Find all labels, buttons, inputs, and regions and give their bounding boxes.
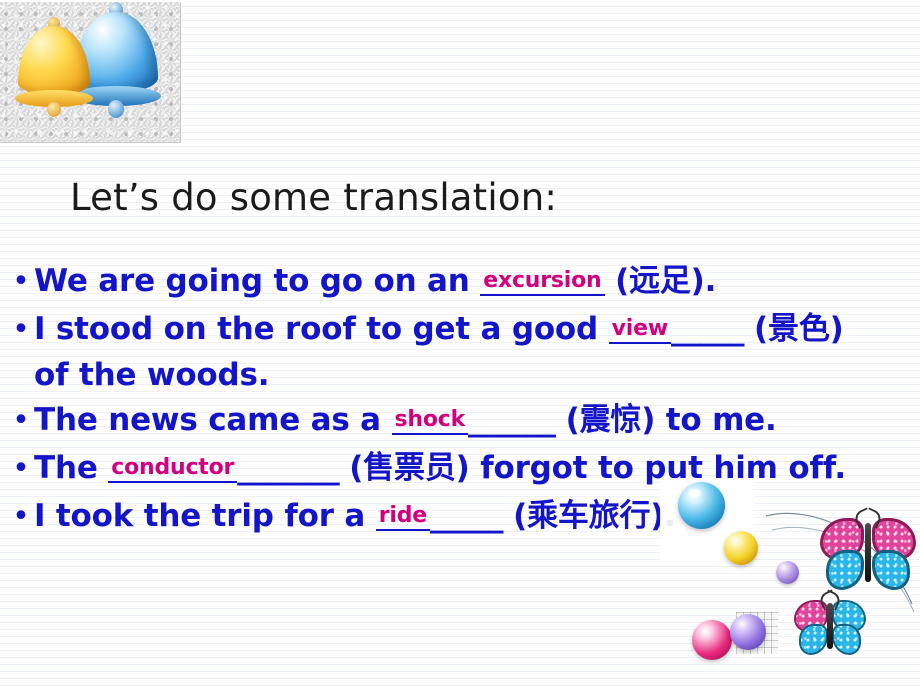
sentence-3: The news came as a shock______ (震惊) to m… <box>34 399 914 445</box>
sentence-1-suffix: (远足). <box>604 263 717 299</box>
bullet-marker: • <box>12 451 30 486</box>
butterfly-body <box>827 603 833 649</box>
sentence-1-prefix: We are going to go on an <box>34 263 481 299</box>
small-butterfly <box>794 589 866 658</box>
sentence-4: The conductor_______ (售票员) forgot to put… <box>34 447 914 493</box>
sentence-2-prefix: I stood on the roof to get a good <box>34 311 609 347</box>
sentence-2-answer: view <box>608 316 671 344</box>
yellow-marble <box>724 531 758 565</box>
sentence-2: I stood on the roof to get a good view__… <box>34 308 914 397</box>
sentence-4-prefix: The <box>34 450 109 486</box>
sentence-5-suffix: (乘车旅行). <box>502 498 676 534</box>
list-item: • We are going to go on an excursion (远足… <box>8 260 914 306</box>
bullet-marker: • <box>12 403 30 438</box>
slide-canvas: Let’s do some translation: • We are goin… <box>0 0 920 690</box>
slide-title: Let’s do some translation: <box>70 176 558 219</box>
yellow-bell-icon <box>15 17 93 118</box>
butterfly-right-lower-wing <box>872 550 910 590</box>
sentence-1: We are going to go on an excursion (远足). <box>34 260 914 306</box>
butterfly-left-lower-wing <box>826 550 864 590</box>
list-item: • I stood on the roof to get a good view… <box>8 308 914 397</box>
bullet-marker: • <box>12 312 30 347</box>
sentence-4-blank: _______ <box>237 450 339 486</box>
sentence-3-prefix: The news came as a <box>34 402 392 438</box>
sentence-2-blank: _____ <box>670 311 744 347</box>
small-purple-marble <box>776 561 799 584</box>
sentence-4-suffix: (售票员) forgot to put him off. <box>338 450 846 486</box>
sentence-2-tail: of the woods. <box>34 357 270 393</box>
sentence-3-suffix: (震惊) to me. <box>555 402 777 438</box>
sentence-4-answer: conductor <box>108 455 238 483</box>
sentence-2-suffix: (景色) <box>743 311 844 347</box>
sentence-5-blank: _____ <box>430 498 503 534</box>
butterfly-right-lower-wing <box>832 624 861 655</box>
large-butterfly <box>820 507 916 594</box>
list-item: • The news came as a shock______ (震惊) to… <box>8 399 914 445</box>
sentence-1-answer: excursion <box>480 268 605 296</box>
sentence-5-prefix: I took the trip for a <box>34 498 376 534</box>
butterfly-left-lower-wing <box>799 624 828 655</box>
sentence-3-answer: shock <box>391 407 469 435</box>
pink-marble <box>692 620 732 660</box>
sentence-3-blank: ______ <box>468 402 556 438</box>
bullet-marker: • <box>12 499 30 534</box>
sentence-5-answer: ride <box>375 503 431 531</box>
bullet-marker: • <box>12 264 30 299</box>
blue-marble <box>678 482 725 529</box>
purple-marble <box>730 614 766 650</box>
list-item: • The conductor_______ (售票员) forgot to p… <box>8 447 914 493</box>
butterfly-body <box>865 522 871 582</box>
bells-clipart-image <box>0 2 181 143</box>
yellow-bell-body <box>18 26 90 95</box>
